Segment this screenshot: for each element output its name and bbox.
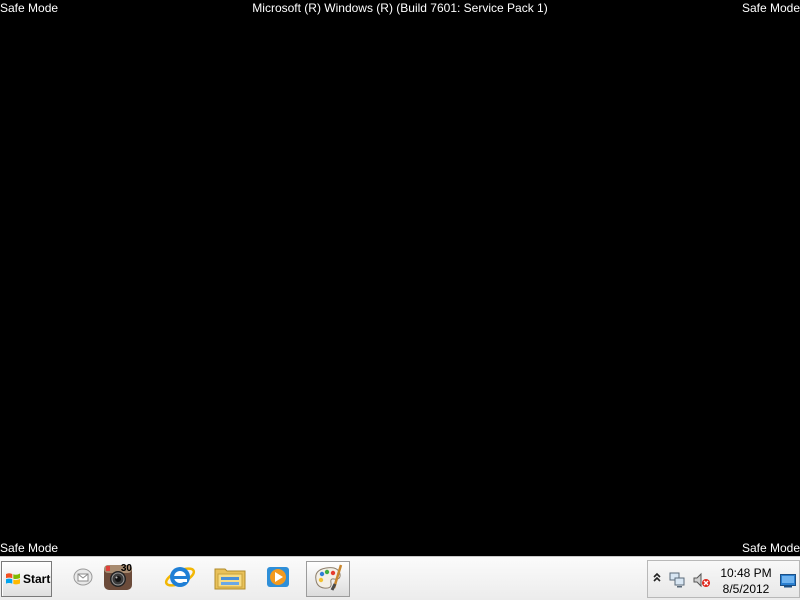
internet-explorer-icon <box>164 562 196 597</box>
taskbar-internet-explorer-button[interactable] <box>158 561 202 597</box>
paint-icon <box>312 562 344 597</box>
taskbar-windows-explorer-button[interactable] <box>208 561 252 597</box>
notification-area: 10:48 PM 8/5/2012 <box>647 560 800 598</box>
taskbar-paint-button[interactable] <box>306 561 350 597</box>
system-clock[interactable]: 10:48 PM 8/5/2012 <box>716 565 776 597</box>
safe-mode-label-bottom-left: Safe Mode <box>0 541 59 555</box>
taskbar-camera-app-button[interactable]: 30 <box>96 561 140 597</box>
start-button[interactable]: Start <box>1 561 52 597</box>
notification-count-badge: 30 <box>120 563 132 574</box>
show-desktop-icon[interactable] <box>780 574 796 588</box>
taskbar-media-player-button[interactable] <box>256 561 300 597</box>
safe-mode-label-bottom-right: Safe Mode <box>741 541 800 555</box>
taskbar: Start 30 10:48 PM 8/5/2012 <box>0 556 800 600</box>
windows-explorer-icon <box>213 562 247 597</box>
os-build-banner: Microsoft (R) Windows (R) (Build 7601: S… <box>252 1 548 15</box>
mail-icon <box>72 566 94 593</box>
desktop[interactable]: Safe Mode Microsoft (R) Windows (R) (Bui… <box>0 0 800 556</box>
safe-mode-label-top-right: Safe Mode <box>741 1 800 15</box>
windows-logo-icon <box>5 571 21 587</box>
media-player-icon <box>264 563 292 596</box>
network-icon[interactable] <box>669 572 685 588</box>
start-label: Start <box>23 572 51 586</box>
chevron-up-icon[interactable] <box>652 571 662 586</box>
clock-date: 8/5/2012 <box>722 582 770 596</box>
clock-time: 10:48 PM <box>720 566 772 580</box>
volume-muted-icon[interactable] <box>693 572 711 588</box>
